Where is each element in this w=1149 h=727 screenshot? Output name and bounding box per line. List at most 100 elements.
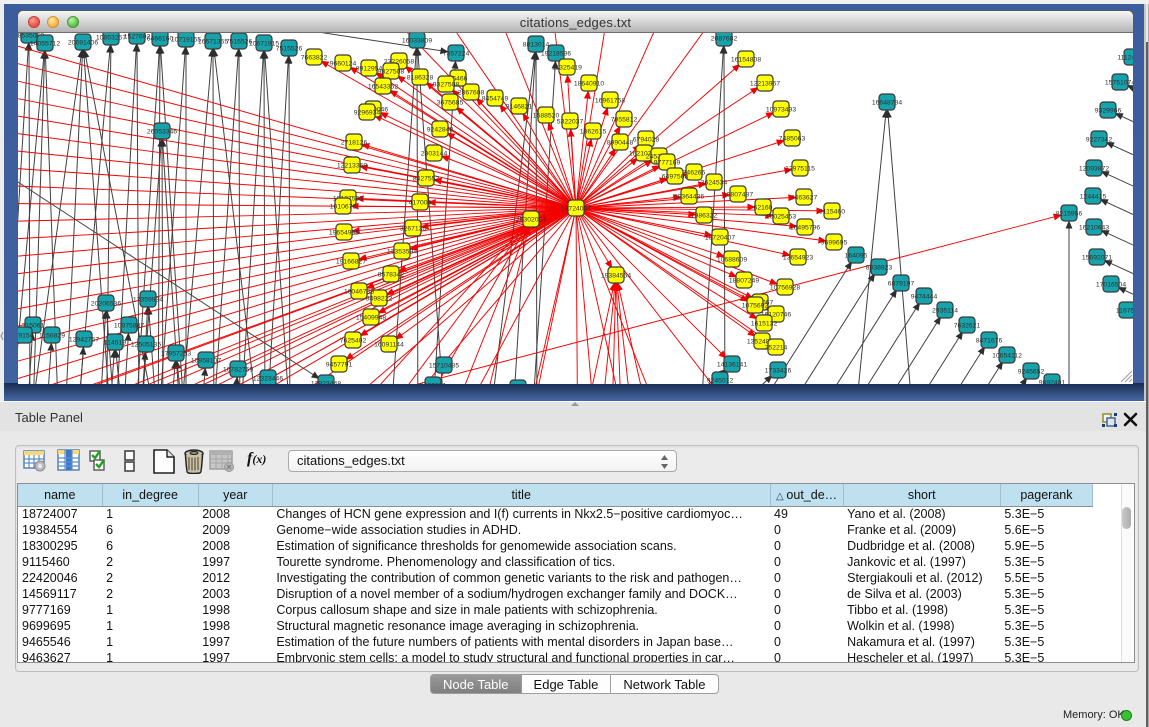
svg-text:20691406: 20691406 bbox=[68, 40, 98, 47]
svg-text:12975115: 12975115 bbox=[785, 166, 815, 173]
svg-text:7632621: 7632621 bbox=[954, 323, 981, 330]
svg-text:9227342: 9227342 bbox=[1086, 137, 1113, 144]
svg-text:8990448: 8990448 bbox=[607, 140, 634, 147]
svg-text:12093872: 12093872 bbox=[1079, 166, 1109, 173]
svg-text:11124047: 11124047 bbox=[1117, 55, 1133, 62]
svg-text:1733426: 1733426 bbox=[765, 368, 792, 375]
svg-text:8578342: 8578342 bbox=[378, 272, 405, 279]
svg-text:19654985: 19654985 bbox=[329, 230, 359, 237]
svg-text:10756928: 10756928 bbox=[770, 285, 800, 292]
svg-text:10688609: 10688609 bbox=[717, 257, 747, 264]
svg-text:9660124: 9660124 bbox=[330, 61, 357, 68]
svg-text:16033809: 16033809 bbox=[402, 38, 432, 45]
svg-text:9242848: 9242848 bbox=[427, 127, 454, 134]
svg-text:7357224: 7357224 bbox=[443, 51, 470, 58]
svg-text:9892401: 9892401 bbox=[1039, 380, 1066, 384]
svg-text:6466160: 6466160 bbox=[147, 36, 174, 43]
svg-text:16091144: 16091144 bbox=[374, 342, 404, 349]
svg-text:8186328: 8186328 bbox=[407, 75, 434, 82]
svg-text:26053346: 26053346 bbox=[147, 129, 177, 136]
svg-text:1075692: 1075692 bbox=[742, 303, 769, 310]
svg-text:9327508: 9327508 bbox=[433, 82, 460, 89]
svg-text:16495796: 16495796 bbox=[790, 225, 820, 232]
svg-text:18807249: 18807249 bbox=[729, 278, 759, 285]
svg-text:17016504: 17016504 bbox=[1096, 282, 1126, 289]
svg-text:8912954: 8912954 bbox=[356, 66, 383, 73]
svg-text:12213967: 12213967 bbox=[750, 81, 780, 88]
svg-text:8215956: 8215956 bbox=[1056, 211, 1083, 218]
svg-text:1010673: 1010673 bbox=[330, 204, 357, 211]
svg-text:12923448: 12923448 bbox=[311, 381, 341, 384]
svg-text:9329966: 9329966 bbox=[1095, 108, 1122, 115]
svg-text:3624534: 3624534 bbox=[701, 180, 728, 187]
svg-text:1156829: 1156829 bbox=[39, 333, 65, 340]
svg-text:9245652: 9245652 bbox=[1018, 369, 1045, 376]
svg-text:9245012: 9245012 bbox=[707, 378, 734, 384]
svg-text:8813014: 8813014 bbox=[523, 42, 550, 49]
svg-text:7485063: 7485063 bbox=[779, 136, 806, 143]
svg-text:3267130: 3267130 bbox=[400, 226, 427, 233]
svg-text:9777169: 9777169 bbox=[654, 160, 681, 167]
svg-text:9457791: 9457791 bbox=[326, 362, 353, 369]
svg-text:8454749: 8454749 bbox=[482, 96, 509, 103]
svg-text:10719155: 10719155 bbox=[171, 37, 201, 44]
svg-text:15710485: 15710485 bbox=[429, 363, 459, 370]
svg-text:15409948: 15409948 bbox=[356, 315, 386, 322]
svg-text:10671915: 10671915 bbox=[249, 41, 279, 48]
svg-text:1362615: 1362615 bbox=[580, 129, 607, 136]
svg-text:114519: 114519 bbox=[104, 340, 126, 347]
svg-text:7515526: 7515526 bbox=[276, 46, 303, 53]
svg-text:14136141: 14136141 bbox=[717, 362, 747, 369]
svg-text:18724007: 18724007 bbox=[561, 206, 591, 213]
svg-text:16671355: 16671355 bbox=[198, 39, 228, 46]
svg-text:15692071: 15692071 bbox=[1082, 255, 1112, 262]
svg-text:10853257: 10853257 bbox=[96, 35, 126, 42]
svg-text:17359934: 17359934 bbox=[133, 297, 163, 304]
svg-text:17957253: 17957253 bbox=[161, 351, 191, 358]
svg-text:10807487: 10807487 bbox=[723, 192, 753, 199]
svg-text:16046736: 16046736 bbox=[344, 289, 374, 296]
svg-text:13654923: 13654923 bbox=[783, 255, 813, 262]
svg-text:15751074: 15751074 bbox=[1105, 80, 1133, 87]
svg-text:7986322: 7986322 bbox=[691, 213, 718, 220]
svg-text:39154: 39154 bbox=[18, 333, 34, 340]
svg-text:10973493: 10973493 bbox=[766, 107, 796, 114]
svg-text:417004: 417004 bbox=[409, 200, 432, 207]
svg-text:2935114: 2935114 bbox=[932, 308, 958, 315]
svg-text:9463627: 9463627 bbox=[791, 195, 818, 202]
svg-text:16154808: 16154808 bbox=[731, 57, 761, 64]
svg-text:2087682: 2087682 bbox=[711, 36, 738, 43]
svg-text:7663822: 7663822 bbox=[301, 55, 328, 62]
svg-text:16648784: 16648784 bbox=[872, 100, 902, 107]
svg-text:12323446: 12323446 bbox=[253, 376, 283, 383]
svg-text:19218596: 19218596 bbox=[541, 51, 571, 58]
svg-text:16961758: 16961758 bbox=[595, 98, 625, 105]
svg-text:13353594: 13353594 bbox=[387, 249, 417, 256]
svg-text:9115460: 9115460 bbox=[819, 209, 845, 216]
svg-text:7955812: 7955812 bbox=[611, 117, 638, 124]
svg-text:6879197: 6879197 bbox=[888, 281, 915, 288]
svg-text:8471676: 8471676 bbox=[976, 338, 1003, 345]
svg-text:11325419: 11325419 bbox=[552, 65, 582, 72]
svg-text:10958107: 10958107 bbox=[191, 358, 221, 365]
svg-text:6794028: 6794028 bbox=[633, 137, 660, 144]
svg-text:12942757: 12942757 bbox=[69, 337, 99, 344]
svg-text:1588520: 1588520 bbox=[533, 113, 560, 120]
svg-text:7625402: 7625402 bbox=[340, 338, 367, 345]
svg-text:16210643: 16210643 bbox=[1079, 225, 1109, 232]
svg-text:10654112: 10654112 bbox=[992, 353, 1022, 360]
svg-text:5322037: 5322037 bbox=[557, 119, 584, 126]
svg-text:2803144: 2803144 bbox=[421, 151, 448, 158]
svg-text:1244415: 1244415 bbox=[1080, 194, 1107, 201]
svg-text:25302023: 25302023 bbox=[516, 217, 546, 224]
svg-text:18640910: 18640910 bbox=[574, 81, 604, 88]
svg-text:10025453: 10025453 bbox=[766, 214, 796, 221]
svg-text:8938923: 8938923 bbox=[866, 265, 893, 272]
svg-text:19166827: 19166827 bbox=[336, 259, 366, 266]
svg-text:6497568: 6497568 bbox=[662, 174, 689, 181]
svg-text:3675685: 3675685 bbox=[437, 100, 464, 107]
svg-text:1615132: 1615132 bbox=[751, 321, 778, 328]
svg-text:252214: 252214 bbox=[765, 345, 788, 352]
svg-text:9463621: 9463621 bbox=[420, 383, 447, 384]
svg-text:164095: 164095 bbox=[845, 253, 868, 260]
